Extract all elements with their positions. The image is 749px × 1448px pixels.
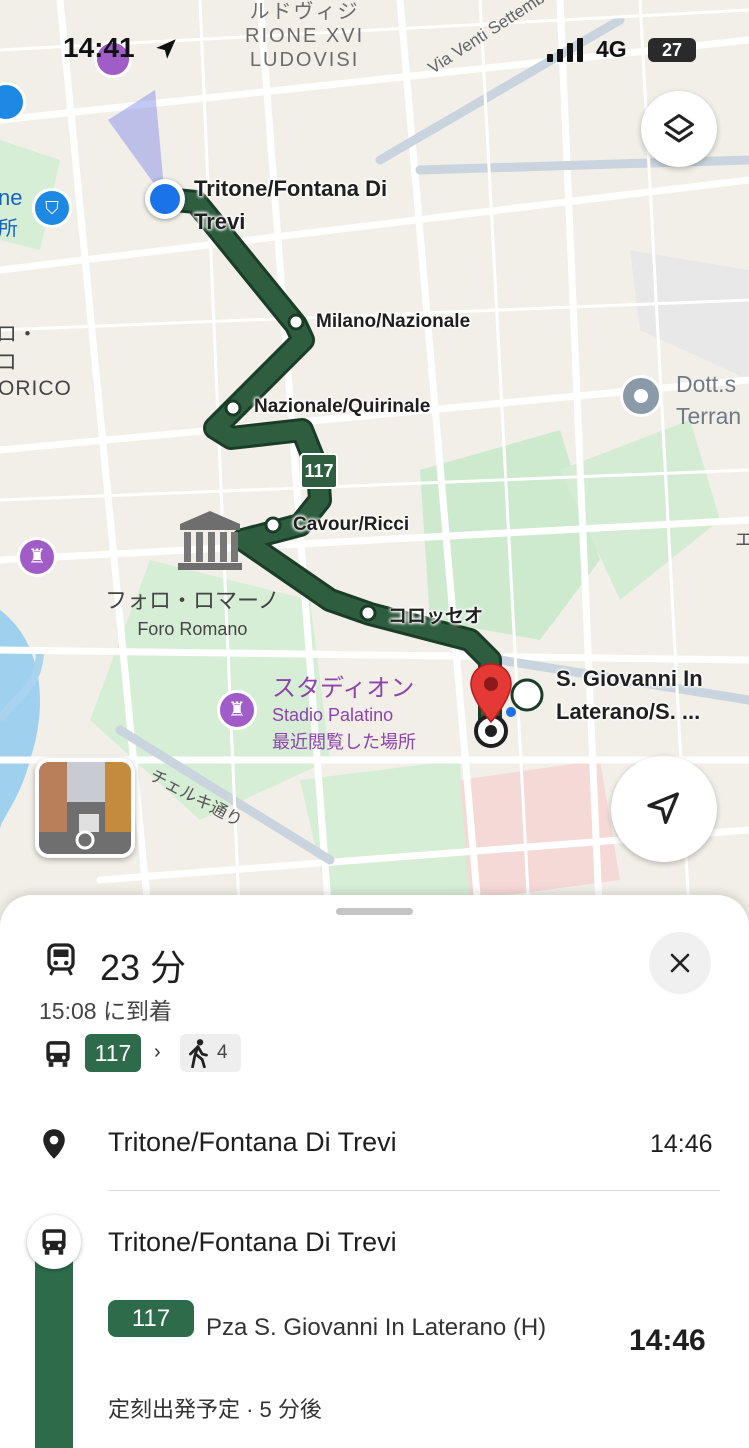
drag-handle[interactable] [336,908,413,915]
directions-sheet: 23 分 15:08 に到着 117 › 4 Tritone/Fontana D… [0,895,749,1448]
castle-poi-icon-2[interactable]: ♜ [217,690,257,730]
divider [108,1190,720,1191]
departure-time: 14:46 [629,1324,706,1357]
bus-icon [42,1229,66,1255]
stop-dot-quirinale [224,399,242,417]
forum-label: フォロ・ロマーノ Foro Romano [105,588,280,639]
board-stop-name[interactable]: Tritone/Fontana Di Trevi [108,1227,397,1258]
transit-leg-line [35,1255,73,1448]
left-edge-text: ロ・ [0,323,38,346]
place-pin-icon[interactable] [620,375,662,417]
arrival-time: 15:08 に到着 [39,998,172,1024]
stadio-label: スタディオン Stadio Palatino 最近閲覧した場所 [272,675,416,752]
close-button[interactable] [649,932,711,994]
location-arrow-icon [156,39,176,59]
destination-stop-dot [510,678,544,712]
stop-label-quirinale[interactable]: Nazionale/Quirinale [254,396,430,418]
origin-name[interactable]: Tritone/Fontana Di Trevi [108,1127,397,1158]
stop-label-cavour[interactable]: Cavour/Ricci [293,514,409,536]
current-location-dot [145,179,185,219]
origin-time: 14:46 [650,1130,713,1158]
left-edge-text: 所 [0,218,18,240]
walk-minutes: 4 [217,1042,228,1063]
street-view-thumbnail[interactable] [35,758,135,858]
schedule-status: 定刻出発予定 · 5 分後 [108,1397,322,1422]
castle-poi-icon[interactable]: ♜ [17,537,57,577]
status-bar: 14:41 4G 27 [0,30,749,70]
navigate-button[interactable] [611,756,717,862]
train-icon [47,943,75,976]
walk-chip: 4 [180,1034,241,1072]
shopping-bag-icon[interactable]: ⛉ [32,188,72,228]
left-edge-text: コ [0,351,17,374]
route-chip: 117 [85,1034,141,1072]
bus-icon [46,1041,70,1067]
temple-icon[interactable] [176,508,244,572]
chevron-right-icon: › [154,1041,161,1063]
route-badge: 117 [300,453,338,489]
stop-dot-colosseo [359,604,377,622]
walking-icon [189,1039,208,1068]
stop-dot-cavour [264,516,282,534]
trip-duration: 23 分 [100,947,187,988]
layers-icon [664,114,694,143]
destination-pin-icon[interactable] [468,662,514,724]
stop-label-start[interactable]: Tritone/Fontana Di Trevi [194,172,444,238]
close-icon [670,953,690,973]
stop-dot-milano [287,313,305,331]
bus-stop-node [27,1215,81,1269]
navigation-arrow-icon [647,792,679,824]
left-edge-text: ne [0,185,23,210]
stop-label-end[interactable]: S. Giovanni In Laterano/S. ... [556,662,746,728]
stop-label-milano[interactable]: Milano/Nazionale [316,311,470,333]
network-type: 4G [596,36,627,62]
signal-bars-icon [547,38,583,62]
status-time: 14:41 [63,32,135,63]
map-view[interactable]: 117 ♜ ♜ ⛉ ルドヴィジ RIONE XVI LUDOVISI Via V… [0,0,749,930]
route-chip-leg[interactable]: 117 [108,1300,194,1337]
right-edge-text: エ [735,530,749,550]
battery-icon: 27 [648,38,696,62]
stop-label-colosseo[interactable]: コロッセオ [388,601,483,628]
layers-button[interactable] [641,91,717,167]
left-edge-text: ORICO [0,377,72,400]
street-view-image [39,762,131,854]
location-pin-icon [43,1129,65,1159]
poi-label-dott: Dott.s Terran [676,371,742,429]
